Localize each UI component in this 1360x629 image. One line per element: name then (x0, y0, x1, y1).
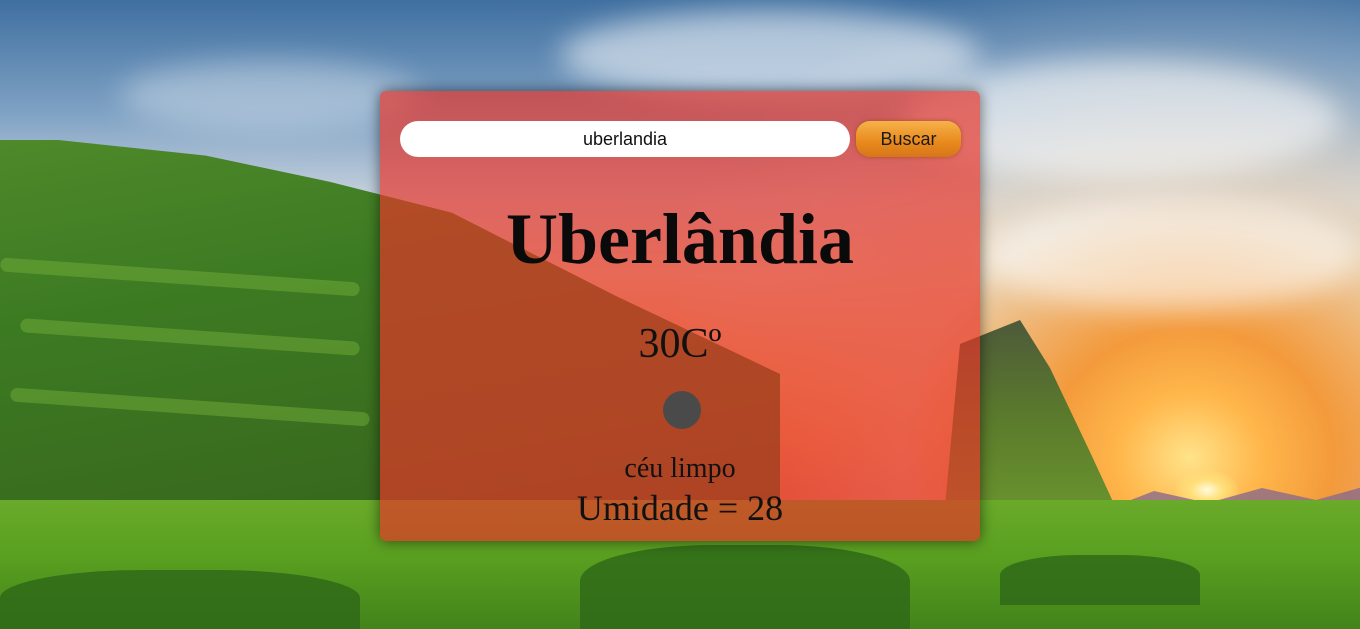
weather-card: Buscar Uberlândia 30Cº céu limpo Umidade… (380, 91, 980, 541)
temperature: 30Cº (638, 321, 722, 367)
grass-tuft (1000, 555, 1200, 605)
search-bar: Buscar (400, 121, 962, 159)
cloud (120, 60, 420, 130)
cloud (560, 10, 980, 100)
search-button[interactable]: Buscar (856, 121, 961, 157)
humidity: Umidade = 28 (576, 488, 784, 528)
weather-description: céu limpo (624, 453, 736, 484)
grass-tuft (0, 570, 360, 629)
grass-tuft (580, 545, 910, 629)
city-name: Uberlândia (505, 199, 855, 279)
cloud (980, 200, 1360, 310)
weather-condition-icon (663, 391, 701, 429)
city-search-input[interactable] (400, 121, 850, 157)
